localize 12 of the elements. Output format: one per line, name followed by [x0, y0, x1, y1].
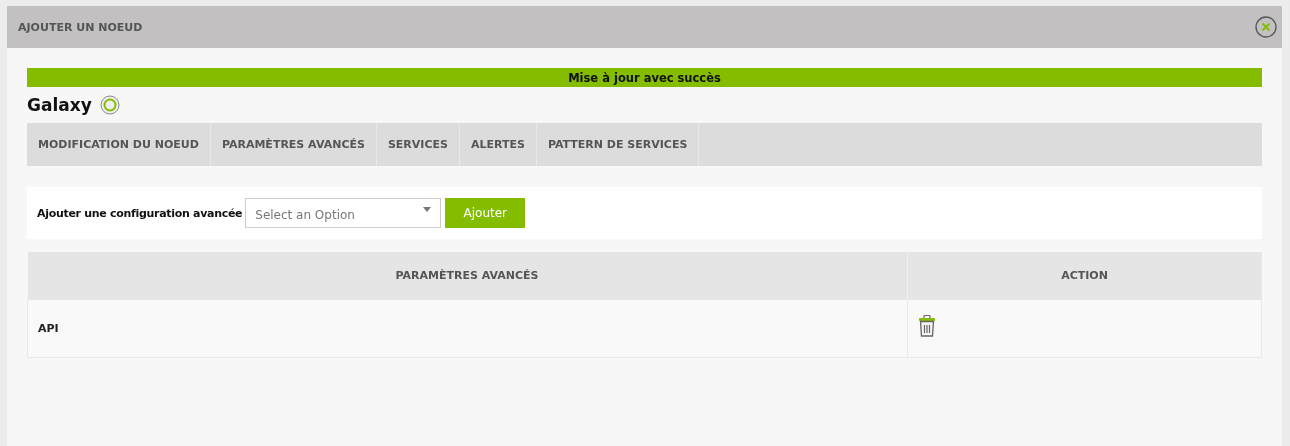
column-header: ACTION — [907, 252, 1262, 300]
config-label: Ajouter une configuration avancée — [37, 206, 243, 220]
option-select[interactable]: Select an Option — [245, 198, 442, 228]
window-title: AJOUTER UN NOEUD — [18, 20, 143, 34]
trash-icon[interactable] — [917, 314, 936, 337]
caret-icon — [423, 206, 432, 212]
table-cell: API — [27, 299, 907, 358]
column-header: PARAMÈTRES AVANCÉS — [27, 252, 907, 300]
close-icon[interactable] — [1255, 16, 1277, 38]
success-message: Mise à jour avec succès — [568, 70, 721, 85]
status-ring-icon — [99, 95, 120, 115]
node-name: Galaxy — [27, 95, 92, 115]
